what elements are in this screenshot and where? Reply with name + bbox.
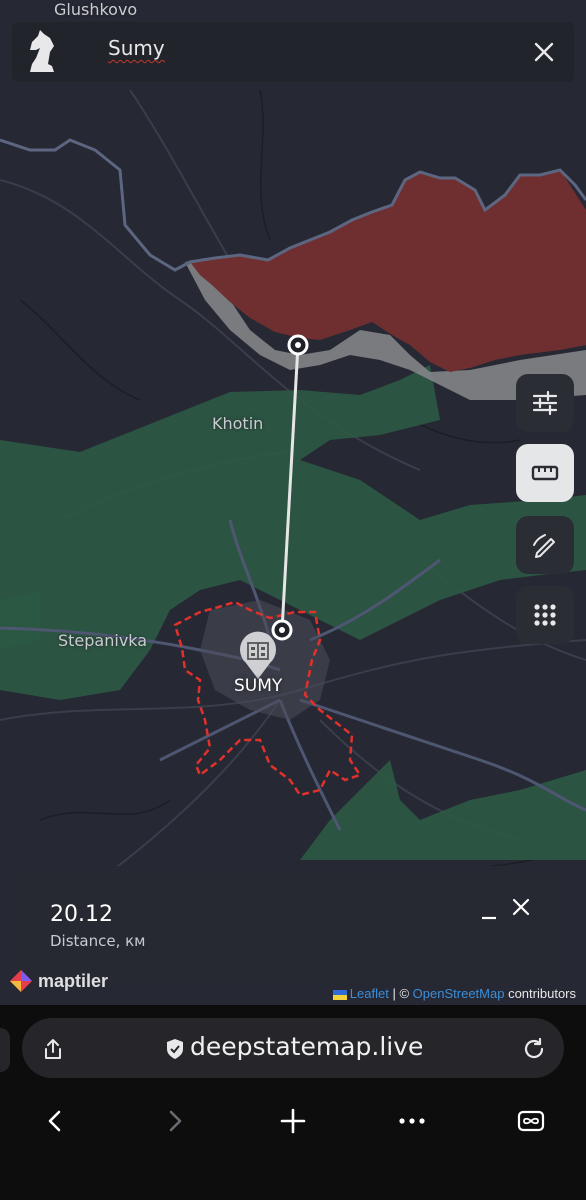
- maptiler-logo[interactable]: maptiler: [8, 968, 108, 994]
- place-label-glushkovo: Glushkovo: [54, 0, 138, 19]
- url-text[interactable]: deepstatemap.live: [190, 1032, 423, 1061]
- shield-icon: [164, 1037, 186, 1061]
- filters-button[interactable]: [516, 374, 574, 432]
- distance-close-icon[interactable]: [510, 896, 532, 918]
- map-attribution: Leaflet | © OpenStreetMap contributors: [328, 986, 576, 1001]
- city-marker-pin[interactable]: [236, 631, 280, 681]
- place-label-stepanivka: Stepanivka: [58, 631, 148, 650]
- map-layers: [0, 89, 586, 881]
- draw-button[interactable]: [516, 516, 574, 574]
- tabs-icon[interactable]: [514, 1106, 548, 1136]
- knight-logo-icon[interactable]: [20, 28, 64, 76]
- search-input[interactable]: Sumy: [108, 36, 165, 60]
- place-label-khotin: Khotin: [212, 414, 264, 433]
- reload-icon[interactable]: [520, 1035, 548, 1063]
- osm-link[interactable]: OpenStreetMap: [413, 986, 505, 1001]
- attribution-suffix: contributors: [508, 986, 576, 1001]
- grid-icon: [534, 604, 556, 626]
- search-bar: [12, 22, 574, 82]
- ruler-icon: [531, 465, 559, 481]
- minimize-icon[interactable]: [478, 896, 500, 924]
- map-canvas[interactable]: Glushkovo Khotin Stepanivka SUMY Sumy 20…: [0, 0, 586, 1005]
- maptiler-logo-icon: [10, 970, 32, 992]
- distance-label: Distance, км: [50, 932, 146, 950]
- more-menu-icon[interactable]: [396, 1106, 428, 1136]
- previous-tab-edge[interactable]: [0, 1028, 10, 1072]
- filters-icon: [532, 390, 558, 416]
- draw-icon: [533, 534, 555, 558]
- leaflet-link[interactable]: Leaflet: [350, 986, 389, 1001]
- attribution-separator: | ©: [392, 986, 410, 1001]
- building-icon: [240, 631, 276, 679]
- ukraine-flag-icon: [332, 989, 347, 1000]
- forward-icon: [160, 1106, 190, 1136]
- city-label-sumy: SUMY: [234, 676, 283, 696]
- grid-button[interactable]: [516, 586, 574, 644]
- distance-value: 20.12: [50, 902, 113, 927]
- new-tab-icon[interactable]: [278, 1106, 308, 1136]
- close-icon[interactable]: [528, 36, 560, 68]
- share-icon[interactable]: [40, 1036, 66, 1062]
- ruler-button[interactable]: [516, 444, 574, 502]
- back-icon[interactable]: [40, 1106, 70, 1136]
